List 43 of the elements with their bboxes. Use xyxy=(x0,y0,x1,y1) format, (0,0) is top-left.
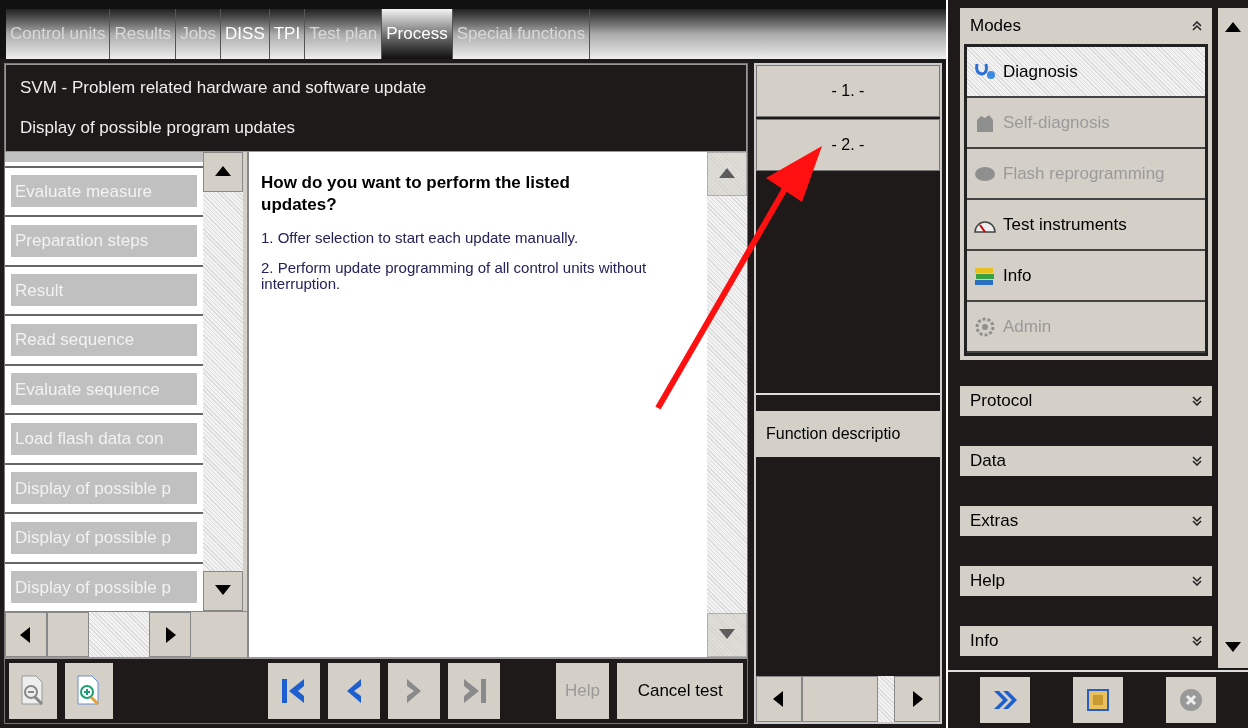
scroll-button[interactable] xyxy=(149,612,191,657)
scroll-button[interactable] xyxy=(203,151,243,192)
scroll-button[interactable] xyxy=(5,612,47,657)
modes-header[interactable]: Modes xyxy=(960,8,1212,44)
cancel-test-button[interactable]: Cancel test xyxy=(617,663,743,719)
option-text: 2. Perform update programming of all control units without interruption. xyxy=(261,259,648,292)
scroll-button[interactable] xyxy=(894,676,940,722)
zoom-in-button[interactable] xyxy=(64,663,113,719)
scroll-button[interactable] xyxy=(203,571,243,611)
option-text: 1. Offer selection to start each update manually. xyxy=(261,229,580,246)
scroll-button[interactable] xyxy=(756,676,802,722)
choice-button[interactable]: - 2. - xyxy=(756,118,940,171)
expand-icon xyxy=(1192,636,1202,646)
step-title: Display of possible program updates xyxy=(20,116,296,139)
expand-button[interactable] xyxy=(979,677,1030,723)
tab[interactable]: TPI xyxy=(269,8,306,59)
mode-item[interactable]: Diagnosis xyxy=(967,47,1205,98)
expand-icon xyxy=(1192,396,1202,406)
scrollbar-track xyxy=(878,676,894,722)
zoom-out-button[interactable] xyxy=(9,663,57,719)
expand-icon xyxy=(1192,576,1202,586)
frame-icon xyxy=(1084,686,1112,714)
section-header[interactable]: Extras xyxy=(960,506,1212,536)
question-text: How do you want to perform the listed updates? xyxy=(261,171,571,216)
expand-icon xyxy=(1192,516,1202,526)
collapse-icon xyxy=(1192,21,1202,31)
nav-button[interactable] xyxy=(268,663,321,719)
expand-icon xyxy=(1192,456,1202,466)
section-header[interactable]: Info xyxy=(960,626,1212,656)
process-title: SVM - Problem related hardware and software update xyxy=(20,77,428,99)
function-description-button[interactable]: Function descriptio xyxy=(756,410,940,457)
tab[interactable]: Process xyxy=(382,8,453,59)
nav-button[interactable] xyxy=(328,663,380,719)
frame-button[interactable] xyxy=(1073,677,1123,723)
close-icon xyxy=(1178,687,1205,713)
scrollbar-thumb[interactable] xyxy=(47,612,89,657)
choice-button[interactable]: - 1. - xyxy=(756,64,940,117)
section-header[interactable]: Protocol xyxy=(960,386,1212,416)
tab[interactable]: DISS xyxy=(221,8,270,59)
scrollbar-thumb[interactable] xyxy=(802,676,878,722)
section-header[interactable]: Data xyxy=(960,446,1212,476)
gear-icon xyxy=(973,315,997,338)
section-header[interactable]: Help xyxy=(960,566,1212,596)
